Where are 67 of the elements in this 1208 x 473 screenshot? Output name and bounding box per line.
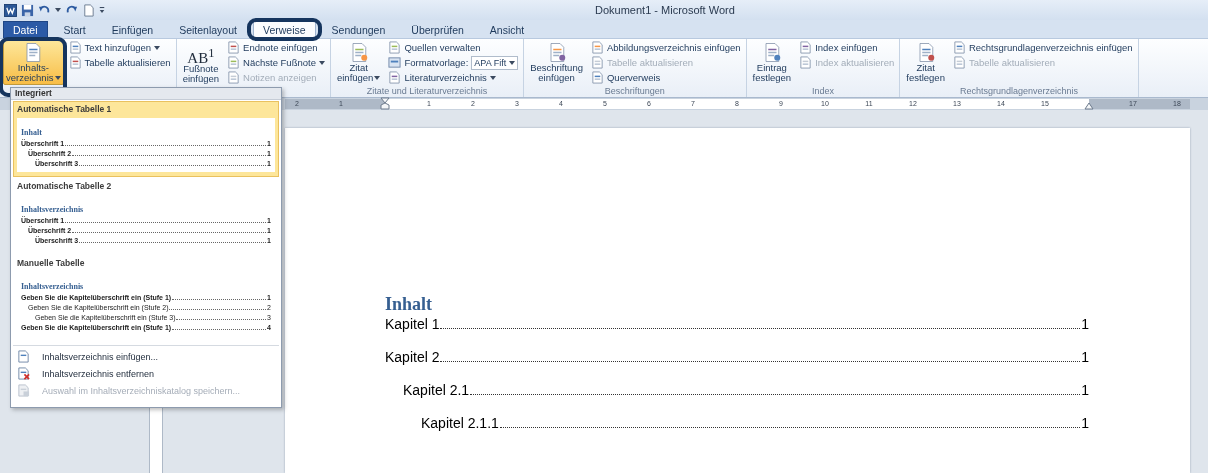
caret-icon (509, 59, 516, 66)
document-icon (388, 71, 402, 84)
group-label: Index (811, 86, 834, 96)
toc-entry: Kapitel 1 (385, 315, 440, 333)
page-number: 1 (1081, 315, 1089, 333)
ribbon-button[interactable]: Zitat einfügen (333, 40, 384, 85)
ribbon-tab[interactable]: Ansicht (479, 21, 535, 38)
toc-entry: Kapitel 2 (385, 348, 440, 366)
ribbon-tab[interactable]: Start (53, 21, 96, 38)
page-number: 1 (1081, 414, 1089, 432)
document-icon (68, 41, 82, 54)
ribbon-button[interactable]: Index einfügen (797, 40, 897, 55)
ribbon-tab[interactable]: Sendungen (321, 21, 396, 38)
app-icon[interactable] (4, 3, 17, 17)
style-icon (388, 56, 402, 69)
document-icon (590, 41, 604, 54)
toc-heading: Inhalt (385, 293, 433, 315)
page-number: 1 (1081, 381, 1089, 399)
ribbon-button[interactable]: Inhalts- verzeichnis (3, 40, 64, 85)
save-icon[interactable] (21, 3, 34, 17)
menu-item[interactable]: Inhaltsverzeichnis einfügen... (11, 348, 281, 365)
ribbon-button[interactable]: Abbildungsverzeichnis einfügen (588, 40, 743, 55)
document-icon (590, 56, 604, 69)
toc-entry: Kapitel 2.1.1 (421, 414, 499, 432)
delete-document-icon (17, 367, 30, 380)
file-tab[interactable]: Datei (3, 21, 48, 38)
style-label: Formatvorlage: (404, 57, 469, 68)
document-icon (68, 56, 82, 69)
document-icon (590, 71, 604, 84)
group-label: Beschriftungen (604, 86, 665, 96)
menu-item[interactable]: Inhaltsverzeichnis entfernen (11, 365, 281, 382)
ribbon-tab[interactable]: Überprüfen (401, 21, 474, 38)
window-title: Dokument1 - Microsoft Word (595, 4, 735, 16)
toc-entry: Kapitel 2.1 (403, 381, 470, 399)
ribbon-tab[interactable]: Seitenlayout (169, 21, 247, 38)
style-dropdown[interactable]: APA Fift (471, 55, 519, 70)
save-document-icon (17, 384, 30, 397)
document-icon (17, 350, 30, 363)
group-label: Rechtsgrundlagenverzeichnis (959, 86, 1079, 96)
document-icon (227, 41, 241, 54)
ribbon-button[interactable]: AB$^{1}$ Fußnote einfügen (179, 40, 223, 85)
ribbon-tab[interactable]: Einfügen (101, 21, 164, 38)
ribbon-button[interactable]: Literaturverzeichnis (386, 70, 521, 85)
ribbon-button[interactable]: Text hinzufügen (66, 40, 173, 55)
ribbon-button[interactable]: Endnote einfügen (225, 40, 327, 55)
menu-header: Integriert (11, 88, 281, 100)
document-icon (388, 41, 402, 54)
ribbon-button[interactable]: Tabelle aktualisieren (66, 55, 173, 70)
ribbon-button[interactable]: Zitat festlegen (903, 40, 948, 85)
ribbon-button[interactable]: Querverweis (588, 70, 743, 85)
ribbon-button[interactable]: Beschriftung einfügen (527, 40, 586, 85)
ribbon-button[interactable]: Eintrag festlegen (749, 40, 795, 85)
group-label: Zitate und Literaturverzeichnis (366, 86, 488, 96)
document-icon (799, 41, 813, 54)
ribbon-button[interactable]: Rechtsgrundlagenverzeichnis einfügen (950, 40, 1135, 55)
document-icon (227, 56, 241, 69)
document-icon (227, 71, 241, 84)
document-icon (952, 41, 966, 54)
caret-icon[interactable] (55, 6, 61, 14)
document-icon (799, 56, 813, 69)
page-number: 1 (1081, 348, 1089, 366)
indent-marker[interactable] (380, 97, 390, 111)
footnote-icon: AB$^{1}$ (187, 42, 215, 64)
ribbon-button[interactable]: Nächste Fußnote (225, 55, 327, 70)
document-icon (952, 56, 966, 69)
customize-icon[interactable] (99, 6, 105, 14)
ribbon-button[interactable]: Quellen verwalten (386, 40, 521, 55)
